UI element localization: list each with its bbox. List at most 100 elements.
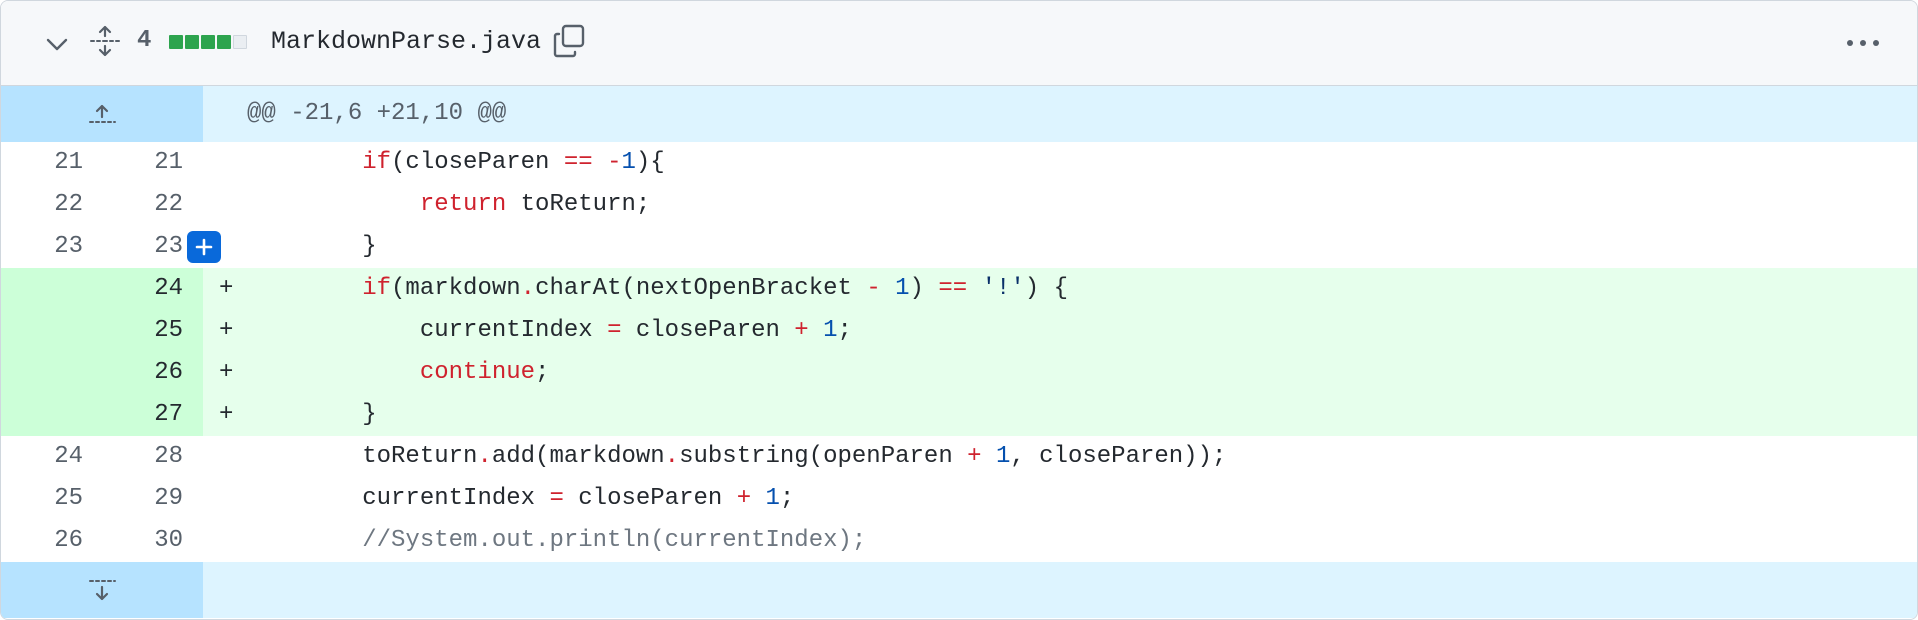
code-token: (markdown [391, 275, 521, 302]
file-name-link[interactable]: MarkdownParse.java [271, 27, 541, 56]
diff-line-context: 22 22 return toReturn; [1, 184, 1917, 226]
new-line-number[interactable]: 21 [83, 142, 183, 184]
code-token: currentIndex [247, 317, 608, 344]
code-token: ; [779, 485, 795, 512]
code-token: continue [419, 359, 536, 386]
code-token: 1 [621, 149, 636, 176]
old-line-number[interactable]: 22 [1, 184, 83, 226]
code-token: ) [909, 275, 939, 302]
hunk-footer [1, 562, 1917, 618]
code-token: ) { [1024, 275, 1069, 302]
diff-file: 4 MarkdownParse.java @@ -21,6 +21,10 @@ [0, 0, 1918, 620]
old-line-number[interactable] [1, 268, 83, 310]
diff-line-context: 24 28 toReturn.add(markdown.substring(ope… [1, 436, 1917, 478]
code-token: , closeParen)); [1010, 443, 1227, 470]
expand-down-icon[interactable] [1, 562, 203, 618]
code-token: + [794, 317, 809, 344]
old-line-number[interactable]: 25 [1, 478, 83, 520]
diff-line-context: 23 23 } [1, 226, 1917, 268]
chevron-down-icon[interactable] [41, 29, 73, 61]
diff-line-added: 26 + continue; [1, 352, 1917, 394]
code-line: currentIndex = closeParen + 1; [247, 310, 1917, 352]
code-line: if(markdown.charAt(nextOpenBracket - 1) … [247, 268, 1917, 310]
kebab-horizontal-icon[interactable] [1843, 23, 1883, 63]
new-line-number[interactable]: 26 [83, 352, 183, 394]
diff-line-added: 25 + currentIndex = closeParen + 1; [1, 310, 1917, 352]
line-number-gutter: 26 30 [1, 520, 203, 562]
line-number-gutter: 24 28 [1, 436, 203, 478]
plus-icon [195, 238, 213, 256]
old-line-number[interactable] [1, 394, 83, 436]
expand-up-icon[interactable] [1, 86, 203, 142]
line-number-gutter: 27 [1, 394, 203, 436]
code-token: if [362, 149, 392, 176]
old-line-number[interactable]: 21 [1, 142, 83, 184]
code-token: 1 [765, 485, 780, 512]
diff-marker [203, 436, 247, 478]
new-line-number[interactable]: 22 [83, 184, 183, 226]
code-token: + [736, 485, 752, 512]
diffstat-block-added [217, 35, 231, 49]
line-number-gutter: 22 22 [1, 184, 203, 226]
code-token: substring(openParen [679, 443, 968, 470]
code-token: 1 [895, 275, 910, 302]
code-token: } [247, 401, 377, 428]
new-line-number[interactable]: 29 [83, 478, 183, 520]
diff-marker [203, 478, 247, 520]
code-token: == [938, 275, 968, 302]
code-token: ){ [635, 149, 665, 176]
new-line-number[interactable]: 28 [83, 436, 183, 478]
add-comment-button[interactable] [187, 231, 221, 263]
file-header: 4 MarkdownParse.java [1, 1, 1917, 86]
old-line-number[interactable]: 23 [1, 226, 83, 268]
new-line-number[interactable]: 27 [83, 394, 183, 436]
old-line-number[interactable]: 24 [1, 436, 83, 478]
diff-marker: + [219, 359, 234, 386]
code-token: } [247, 233, 377, 260]
code-token: closeParen [563, 485, 737, 512]
diff-line-context: 26 30 //System.out.println(currentIndex); [1, 520, 1917, 562]
code-line: //System.out.println(currentIndex); [247, 520, 1917, 562]
hunk-header-text: @@ -21,6 +21,10 @@ [247, 100, 507, 127]
diff-marker: + [219, 275, 234, 302]
line-number-gutter: 26 [1, 352, 203, 394]
line-number-gutter: 24 [1, 268, 203, 310]
code-token: 1 [823, 317, 838, 344]
new-line-number[interactable]: 30 [83, 520, 183, 562]
unfold-icon[interactable] [87, 23, 123, 59]
line-number-gutter: 25 [1, 310, 203, 352]
code-line: toReturn.add(markdown.substring(openPare… [247, 436, 1917, 478]
code-line: continue; [247, 352, 1917, 394]
code-line: } [247, 226, 1917, 268]
new-line-number[interactable]: 24 [83, 268, 183, 310]
copy-icon[interactable] [549, 21, 589, 61]
code-token: add(markdown [491, 443, 665, 470]
new-line-number[interactable]: 23 [83, 226, 183, 268]
old-line-number[interactable] [1, 310, 83, 352]
code-token: . [664, 443, 680, 470]
code-token: == [563, 149, 593, 176]
code-token: . [520, 275, 536, 302]
old-line-number[interactable] [1, 352, 83, 394]
code-token: . [477, 443, 492, 470]
old-line-number[interactable]: 26 [1, 520, 83, 562]
code-token: - [607, 149, 622, 176]
diff-marker [203, 520, 247, 562]
diff-lines: 21 21 if(closeParen == -1){22 22 return to… [1, 142, 1917, 562]
new-line-number[interactable]: 25 [83, 310, 183, 352]
code-token: return [419, 191, 507, 218]
code-token: (closeParen [391, 149, 564, 176]
code-token: toReturn; [506, 191, 651, 218]
diff-line-context: 25 29 currentIndex = closeParen + 1; [1, 478, 1917, 520]
code-token: //System.out.println(currentIndex); [362, 527, 867, 554]
hunk-header: @@ -21,6 +21,10 @@ [1, 86, 1917, 142]
code-line: return toReturn; [247, 184, 1917, 226]
code-token: currentIndex [247, 485, 550, 512]
